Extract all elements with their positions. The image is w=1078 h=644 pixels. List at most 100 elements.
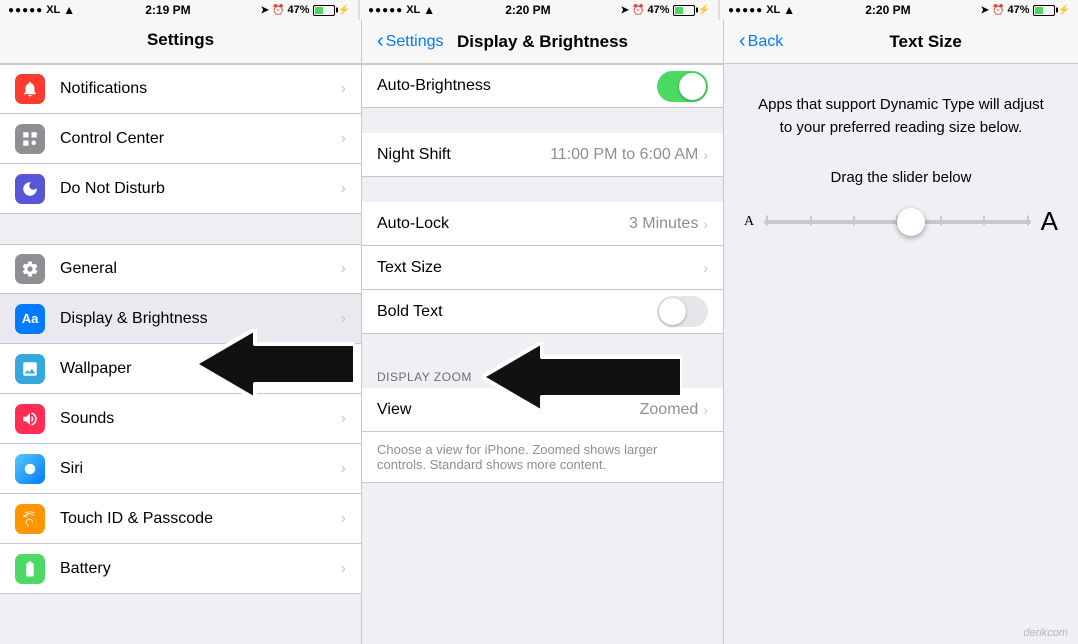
display-item-text-size[interactable]: Text Size › [362,246,723,290]
sidebar-item-dnd[interactable]: Do Not Disturb › [0,164,361,214]
night-shift-value: 11:00 PM to 6:00 AM [550,146,698,164]
signal-3: ●●●●● [728,5,763,16]
display-item-auto-brightness[interactable]: Auto-Brightness [362,64,723,108]
alarm-icon-2: ⏰ [632,5,644,16]
bold-text-toggle[interactable] [657,296,708,327]
section-gap-1 [0,214,361,244]
headers-row: Settings ‹ Settings Display & Brightness… [0,20,1078,64]
signal-2: ●●●●● [368,5,403,16]
notifications-label: Notifications [60,80,341,98]
carrier-2: XL [406,4,420,16]
back-chevron-icon: ‹ [377,30,384,53]
notifications-chevron-icon: › [341,80,346,98]
touchid-icon [15,504,45,534]
bold-text-label: Bold Text [377,303,657,321]
wifi-icon-1: ▲ [63,3,75,17]
settings-group-2: General › Aa Display & Brightness › Wall… [0,244,361,594]
auto-lock-chevron-icon: › [703,216,708,232]
display-chevron-icon: › [341,310,346,328]
wallpaper-icon [15,354,45,384]
time-3: 2:20 PM [865,3,910,17]
battery-pct-1: 47% [288,4,310,16]
display-item-night-shift[interactable]: Night Shift 11:00 PM to 6:00 AM › [362,133,723,177]
charging-icon-2: ⚡ [698,5,710,16]
dnd-label: Do Not Disturb [60,180,341,198]
status-bar-3: ●●●●● XL ▲ 2:20 PM ➤ ⏰ 47% ⚡ [719,0,1078,20]
sidebar-item-battery[interactable]: Battery › [0,544,361,594]
time-2: 2:20 PM [505,3,550,17]
tick-5 [940,215,942,225]
slider-track[interactable] [764,220,1031,224]
panel3-nav-title: Text Size [788,32,1063,52]
notifications-icon [15,74,45,104]
status-right-1: ➤ ⏰ 47% ⚡ [261,4,350,16]
panel2-nav: ‹ Settings Display & Brightness [362,20,724,64]
tick-3 [853,215,855,225]
charging-icon-1: ⚡ [338,5,350,16]
panel2-back-button[interactable]: ‹ Settings [377,30,443,53]
panel3-back-button[interactable]: ‹ Back [739,30,783,53]
panel-display: Auto-Brightness Night Shift 11:00 PM to … [362,64,724,644]
night-shift-label: Night Shift [377,146,550,164]
display-item-auto-lock[interactable]: Auto-Lock 3 Minutes › [362,202,723,246]
battery-fill-3 [1035,7,1043,14]
display-item-bold-text[interactable]: Bold Text [362,290,723,334]
location-icon-1: ➤ [261,5,269,16]
sidebar-item-notifications[interactable]: Notifications › [0,64,361,114]
gap-2 [362,177,723,202]
view-chevron-icon: › [703,402,708,418]
bold-toggle-thumb [659,298,686,325]
status-bars: ●●●●● XL ▲ 2:19 PM ➤ ⏰ 47% ⚡ ●●●●● XL ▲ … [0,0,1078,20]
tick-6 [983,215,985,225]
night-shift-chevron-icon: › [703,147,708,163]
status-bar-1: ●●●●● XL ▲ 2:19 PM ➤ ⏰ 47% ⚡ [0,0,359,20]
charging-icon-3: ⚡ [1058,5,1070,16]
panel-textsize: Apps that support Dynamic Type will adju… [724,64,1078,644]
gap-1 [362,108,723,133]
status-left-1: ●●●●● XL ▲ [8,3,75,17]
tick-1 [766,215,768,225]
tick-2 [810,215,812,225]
tick-7 [1027,215,1029,225]
sidebar-item-touchid[interactable]: Touch ID & Passcode › [0,494,361,544]
slider-small-a: A [744,214,754,230]
sidebar-item-general[interactable]: General › [0,244,361,294]
panel1-header: Settings [0,20,362,64]
display-zoom-description: Choose a view for iPhone. Zoomed shows l… [362,432,723,483]
battery-pct-2: 47% [648,4,670,16]
arrow-text-size [482,342,682,417]
general-icon [15,254,45,284]
arrow-display-brightness [195,329,355,404]
status-right-2: ➤ ⏰ 47% ⚡ [621,4,710,16]
general-label: General [60,260,341,278]
battery-bar-1 [313,5,335,16]
auto-brightness-toggle[interactable] [657,71,708,102]
carrier-3: XL [766,4,780,16]
wifi-icon-2: ▲ [423,3,435,17]
text-size-chevron-icon: › [703,260,708,276]
panel1-title: Settings [0,30,361,50]
auto-lock-value: 3 Minutes [629,215,698,233]
text-size-label: Text Size [377,259,703,277]
toggle-thumb [679,73,706,100]
sidebar-item-control-center[interactable]: Control Center › [0,114,361,164]
textsize-description: Apps that support Dynamic Type will adju… [724,64,1078,159]
settings-group-1: Notifications › Control Center › Do Not … [0,64,361,214]
battery-pct-3: 47% [1008,4,1030,16]
time-1: 2:19 PM [145,3,190,17]
sidebar-item-siri[interactable]: Siri › [0,444,361,494]
location-icon-2: ➤ [621,5,629,16]
status-left-3: ●●●●● XL ▲ [728,3,795,17]
panel-settings: Notifications › Control Center › Do Not … [0,64,362,644]
battery-fill-2 [675,7,683,14]
back-chevron-icon-3: ‹ [739,30,746,53]
battery-icon [15,554,45,584]
signal-1: ●●●●● [8,5,43,16]
control-center-chevron-icon: › [341,130,346,148]
dnd-chevron-icon: › [341,180,346,198]
display-icon: Aa [15,304,45,334]
control-center-icon [15,124,45,154]
control-center-label: Control Center [60,130,341,148]
siri-chevron-icon: › [341,460,346,478]
slider-thumb[interactable] [897,208,925,236]
